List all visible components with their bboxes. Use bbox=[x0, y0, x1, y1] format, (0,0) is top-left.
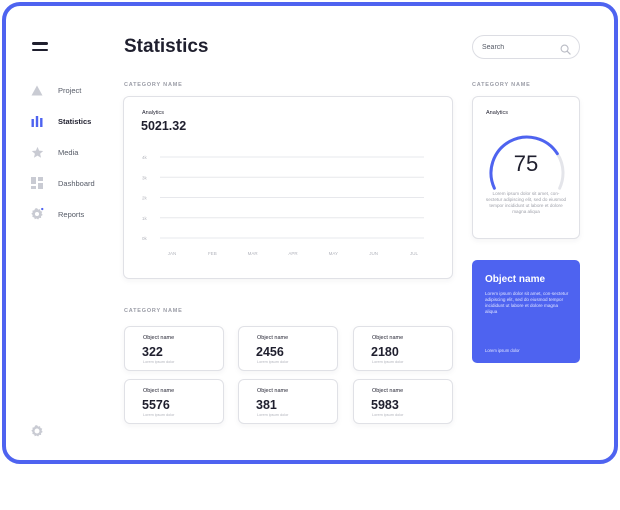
search-box[interactable] bbox=[472, 35, 580, 59]
stat-sub: Lorem ipsum dolor bbox=[143, 360, 175, 364]
stat-label: Object name bbox=[257, 335, 289, 341]
highlight-description: Lorem ipsum dolor sit amet, con-sectetur… bbox=[485, 291, 569, 314]
section-label-main: CATEGORY NAME bbox=[124, 82, 183, 88]
section-label-right: CATEGORY NAME bbox=[472, 82, 531, 88]
stat-sub: Lorem ipsum dolor bbox=[372, 360, 404, 364]
sidebar-item-dashboard[interactable]: Dashboard bbox=[30, 173, 95, 193]
stat-sub: Lorem ipsum dolor bbox=[372, 413, 404, 417]
bar-chart-icon bbox=[30, 114, 44, 128]
chart-y-tick: 1k bbox=[142, 216, 148, 221]
app-window: Project Statistics Media Dashboard Repor… bbox=[2, 2, 618, 464]
stat-sub: Lorem ipsum dolor bbox=[257, 413, 289, 417]
stat-label: Object name bbox=[372, 388, 404, 394]
chart-x-tick: APR bbox=[288, 251, 298, 256]
stat-value: 381 bbox=[256, 398, 277, 412]
star-icon bbox=[30, 145, 44, 159]
stat-value: 2456 bbox=[256, 345, 284, 359]
chart-x-tick: JUN bbox=[369, 251, 378, 256]
stat-card[interactable]: Object name 381 Lorem ipsum dolor bbox=[238, 379, 338, 424]
stat-label: Object name bbox=[257, 388, 289, 394]
gauge-card: Analytics 75 Lorem ipsum dolor sit amet,… bbox=[472, 96, 580, 239]
stat-label: Object name bbox=[143, 335, 175, 341]
stat-value: 2180 bbox=[371, 345, 399, 359]
gauge-description: Lorem ipsum dolor sit amet, con-sectetur… bbox=[485, 191, 567, 214]
grid-icon bbox=[30, 176, 44, 190]
chart-y-tick: 3k bbox=[142, 175, 148, 180]
stat-sub: Lorem ipsum dolor bbox=[257, 360, 289, 364]
analytics-chart-card: Analytics 5021.32 4k 3k 2k 1k 0k JAN FEB MAR APR… bbox=[123, 96, 453, 279]
chart-y-tick: 2k bbox=[142, 196, 148, 201]
search-icon[interactable] bbox=[560, 42, 571, 60]
triangle-icon bbox=[30, 83, 44, 97]
highlight-title: Object name bbox=[485, 274, 546, 285]
stat-value: 5576 bbox=[142, 398, 170, 412]
sidebar-item-label: Project bbox=[58, 85, 82, 95]
stat-label: Object name bbox=[143, 388, 175, 394]
chart-x-tick: MAR bbox=[248, 251, 259, 256]
stat-value: 322 bbox=[142, 345, 163, 359]
chart-x-tick: JAN bbox=[168, 251, 177, 256]
page-title: Statistics bbox=[124, 36, 209, 57]
chart-y-tick: 4k bbox=[142, 155, 148, 160]
sidebar-item-statistics[interactable]: Statistics bbox=[30, 111, 95, 131]
sidebar-item-media[interactable]: Media bbox=[30, 142, 95, 162]
stat-value: 5983 bbox=[371, 398, 399, 412]
stat-card[interactable]: Object name 2456 Lorem ipsum dolor bbox=[238, 326, 338, 371]
sidebar-item-label: Dashboard bbox=[58, 178, 95, 188]
stat-label: Object name bbox=[372, 335, 404, 341]
stat-card[interactable]: Object name 322 Lorem ipsum dolor bbox=[124, 326, 224, 371]
chart-y-tick: 0k bbox=[142, 236, 148, 241]
sidebar-item-label: Reports bbox=[58, 209, 85, 219]
stat-card[interactable]: Object name 5576 Lorem ipsum dolor bbox=[124, 379, 224, 424]
stat-card[interactable]: Object name 5983 Lorem ipsum dolor bbox=[353, 379, 453, 424]
menu-icon[interactable] bbox=[32, 42, 48, 52]
stat-card[interactable]: Object name 2180 Lorem ipsum dolor bbox=[353, 326, 453, 371]
highlight-link[interactable]: Lorem ipsum dolor bbox=[485, 348, 520, 353]
settings-icon[interactable] bbox=[30, 424, 44, 438]
sidebar-item-project[interactable]: Project bbox=[30, 80, 95, 100]
chart-x-tick: FEB bbox=[208, 251, 217, 256]
sidebar-item-reports[interactable]: Reports bbox=[30, 204, 95, 224]
sidebar-nav: Project Statistics Media Dashboard Repor… bbox=[30, 80, 95, 235]
chart-x-tick: JUL bbox=[410, 251, 418, 256]
stat-sub: Lorem ipsum dolor bbox=[143, 413, 175, 417]
search-input[interactable] bbox=[482, 41, 552, 54]
highlight-card[interactable]: Object name Lorem ipsum dolor sit amet, … bbox=[472, 260, 580, 363]
sidebar-item-label: Statistics bbox=[58, 116, 92, 126]
sidebar-item-label: Media bbox=[58, 147, 79, 157]
gear-icon bbox=[30, 207, 44, 221]
analytics-chart: 4k 3k 2k 1k 0k JAN FEB MAR APR MAY JUN JUL bbox=[142, 155, 424, 256]
chart-x-tick: MAY bbox=[329, 251, 338, 256]
gauge-value: 75 bbox=[513, 151, 539, 176]
section-label-bottom: CATEGORY NAME bbox=[124, 308, 183, 314]
